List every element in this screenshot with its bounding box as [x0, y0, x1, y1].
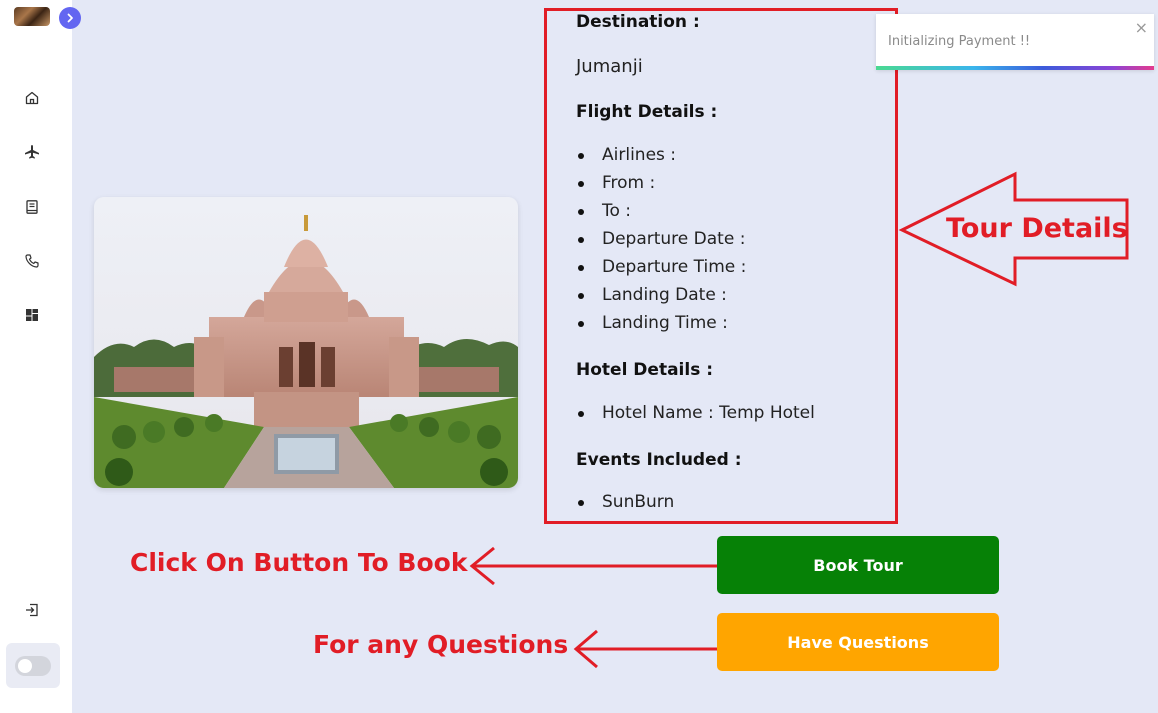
nav-home[interactable]: [22, 88, 42, 108]
close-icon[interactable]: ×: [1135, 18, 1148, 37]
dashboard-icon: [26, 309, 38, 321]
expand-sidebar-button[interactable]: [59, 7, 81, 29]
avatar[interactable]: [14, 7, 50, 26]
questions-annotation: For any Questions: [313, 630, 569, 659]
toast-message: Initializing Payment !!: [888, 34, 1031, 49]
theme-toggle[interactable]: [15, 655, 51, 676]
nav-contact[interactable]: [22, 251, 42, 271]
logout-button[interactable]: [22, 600, 42, 620]
sidebar: [0, 0, 81, 713]
logout-icon: [26, 603, 38, 617]
questions-arrow-head: [573, 629, 598, 669]
book-icon: [26, 200, 38, 214]
book-tour-button[interactable]: Book Tour: [717, 536, 999, 594]
plane-icon: [25, 145, 39, 159]
phone-icon: [25, 254, 39, 268]
nav-flights[interactable]: [22, 142, 42, 162]
payment-toast: Initializing Payment !! ×: [876, 14, 1154, 70]
tour-details-annotation: Tour Details: [946, 213, 1128, 244]
destination-photo: [94, 197, 518, 488]
home-icon: [25, 91, 39, 105]
toggle-knob: [18, 658, 32, 673]
have-questions-button[interactable]: Have Questions: [717, 613, 999, 671]
chevron-right-icon: [67, 13, 73, 23]
temple-illustration: [94, 197, 518, 488]
toast-progress-bar: [876, 66, 1154, 70]
click-to-book-annotation: Click On Button To Book: [130, 548, 468, 577]
tour-details-highlight-box: [544, 8, 898, 524]
theme-toggle-container: [6, 643, 60, 688]
nav-dashboard[interactable]: [22, 305, 42, 325]
book-arrow-head: [469, 546, 495, 586]
nav-bookings[interactable]: [22, 197, 42, 217]
